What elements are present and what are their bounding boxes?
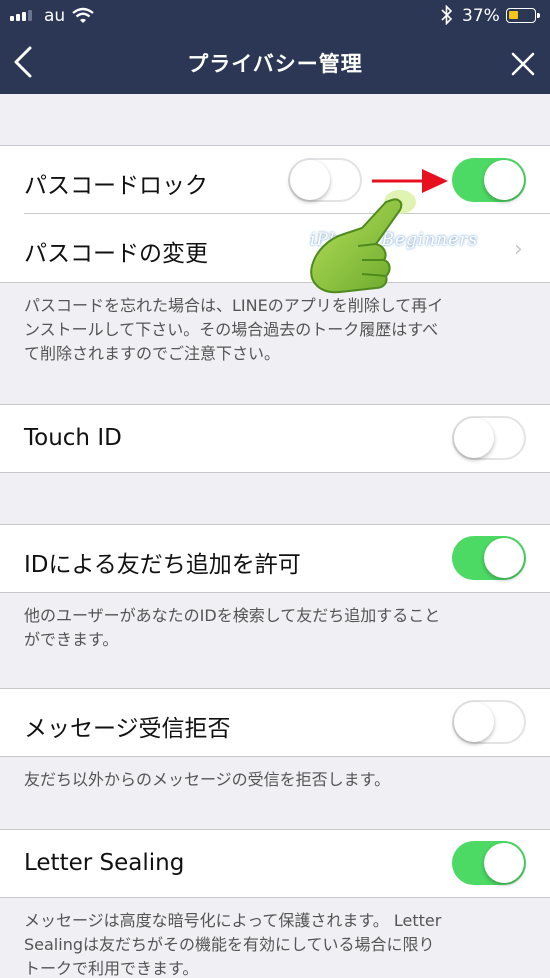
touch-id-label: Touch ID [24, 425, 122, 451]
touch-id-row[interactable]: Touch ID [0, 405, 550, 472]
message-reject-note: 友だち以外からのメッセージの受信を拒否します。 [24, 770, 391, 789]
letter-sealing-label: Letter Sealing [24, 850, 185, 876]
wifi-icon [72, 7, 94, 23]
passcode-change-label: パスコードの変更 [24, 241, 208, 267]
passcode-note: パスコードを忘れた場合は、LINEのアプリを削除して再イ ンストールして下さい。… [24, 296, 444, 363]
passcode-lock-row[interactable]: パスコードロック [0, 146, 550, 214]
letter-sealing-note: メッセージは高度な暗号化によって保護されます。 Letter Sealingは友… [24, 911, 442, 978]
passcode-lock-toggle[interactable] [452, 158, 526, 202]
touch-id-toggle[interactable] [452, 416, 526, 460]
letter-sealing-toggle[interactable] [452, 841, 526, 885]
message-reject-toggle[interactable] [452, 700, 526, 744]
battery-percent: 37% [462, 6, 500, 26]
message-reject-row[interactable]: メッセージ受信拒否 [0, 689, 550, 756]
battery-icon [506, 8, 536, 23]
status-bar: au 37% [0, 0, 550, 32]
page-title: プライバシー管理 [187, 52, 363, 76]
id-add-toggle[interactable] [452, 536, 526, 580]
id-add-label: IDによる友だち追加を許可 [24, 552, 301, 578]
letter-sealing-row[interactable]: Letter Sealing [0, 830, 550, 897]
id-add-row[interactable]: IDによる友だち追加を許可 [0, 525, 550, 592]
message-reject-label: メッセージ受信拒否 [24, 716, 231, 742]
close-icon[interactable] [505, 46, 541, 82]
signal-strength-icon [10, 10, 32, 21]
bluetooth-icon [441, 5, 453, 25]
navigation-bar: プライバシー管理 [0, 32, 550, 94]
passcode-lock-label: パスコードロック [24, 173, 208, 199]
chevron-right-icon: › [514, 237, 523, 262]
pointing-hand-icon [310, 190, 416, 294]
id-add-note: 他のユーザーがあなたのIDを検索して友だち追加すること ができます。 [24, 606, 441, 649]
carrier-label: au [44, 6, 66, 26]
